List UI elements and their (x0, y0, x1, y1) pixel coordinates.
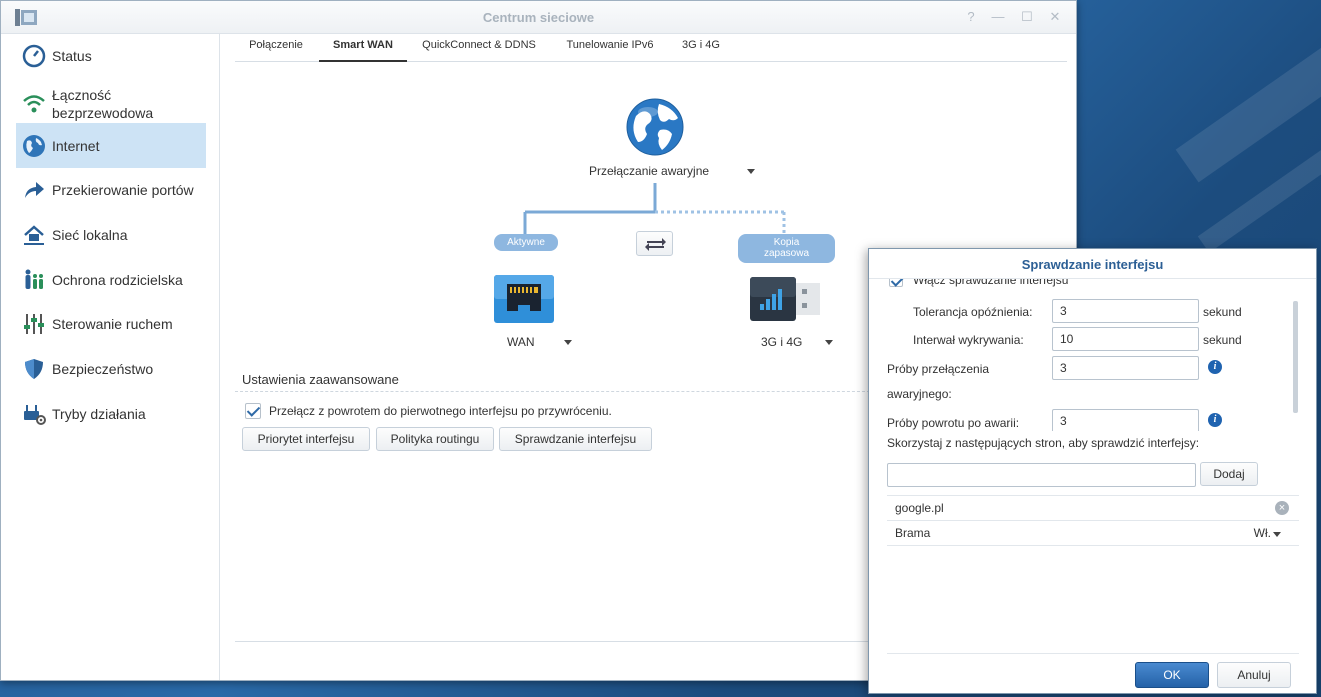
sidebar-item-label: Ochrona rodzicielska (52, 272, 183, 288)
detection-interval-input[interactable]: 10 (1052, 327, 1199, 351)
list-item: Brama Wł. (887, 520, 1299, 545)
latency-tolerance-input[interactable]: 3 (1052, 299, 1199, 323)
ethernet-port-icon (494, 275, 554, 323)
failover-attempts-input[interactable]: 3 (1052, 356, 1199, 380)
active-badge: Aktywne (494, 234, 558, 251)
failback-attempts-input[interactable]: 3 (1052, 409, 1199, 431)
minimize-icon[interactable]: — (990, 9, 1006, 25)
sidebar-item-label: Łączność bezprzewodowa (52, 87, 154, 121)
test-site-input[interactable] (887, 463, 1196, 487)
interface-check-button[interactable]: Sprawdzanie interfejsu (499, 427, 652, 451)
info-icon[interactable]: i (1208, 413, 1222, 427)
sidebar-item-label: Status (52, 48, 92, 64)
sidebar-item-status[interactable]: Status (16, 43, 206, 69)
dialog-scrollbar[interactable] (1293, 301, 1298, 413)
sidebar-item-operation-modes[interactable]: Tryby działania (16, 401, 206, 427)
info-icon[interactable]: i (1208, 360, 1222, 374)
primary-interface-label: WAN (507, 335, 535, 349)
switch-back-checkbox[interactable] (245, 403, 261, 419)
site-name: google.pl (895, 501, 944, 515)
tab-smart-wan[interactable]: Smart WAN (319, 34, 407, 62)
backup-badge-line2: zapasowa (763, 248, 810, 259)
sliders-icon (24, 314, 44, 334)
primary-interface-dropdown-icon[interactable] (564, 340, 572, 345)
gateway-value[interactable]: Wł. (1254, 521, 1271, 545)
mode-dropdown-icon[interactable] (747, 169, 755, 174)
section-divider (235, 391, 875, 392)
sidebar-item-label: Internet (52, 137, 100, 154)
title-bar[interactable]: Centrum sieciowe ? — ☐ ✕ (1, 1, 1076, 34)
enable-check-label: Włącz sprawdzanie interfejsu (913, 279, 1069, 287)
swap-arrows-icon (645, 238, 666, 251)
failover-attempts-label-line2: awaryjnego: (887, 387, 952, 401)
list-item[interactable]: google.pl × (887, 495, 1299, 520)
remove-icon[interactable]: × (1275, 501, 1289, 515)
failover-attempts-label-line1: Próby przełączenia (887, 362, 990, 376)
sidebar-item-label: Tryby działania (52, 406, 146, 422)
interface-priority-button[interactable]: Priorytet interfejsu (242, 427, 370, 451)
sidebar-item-label: Sieć lokalna (52, 227, 128, 243)
enable-row-clip: Włącz sprawdzanie interfejsu (869, 279, 1293, 289)
sidebar-item-label: Przekierowanie portów (52, 182, 194, 198)
globe-icon (23, 134, 45, 157)
cancel-button[interactable]: Anuluj (1217, 662, 1291, 688)
advanced-settings-heading: Ustawienia zaawansowane (242, 372, 399, 387)
gateway-label: Brama (895, 526, 931, 540)
detection-interval-label: Interwał wykrywania: (913, 333, 1024, 347)
tab-bar: Połączenie Smart WAN QuickConnect & DDNS… (235, 34, 1067, 62)
family-icon (25, 269, 43, 289)
latency-unit-label: sekund (1203, 305, 1242, 319)
switch-back-label: Przełącz z powrotem do pierwotnego inter… (269, 404, 612, 418)
desktop-background (1175, 0, 1321, 183)
home-network-icon (24, 225, 44, 245)
add-site-button[interactable]: Dodaj (1200, 462, 1258, 486)
forward-arrow-icon (25, 182, 44, 198)
sidebar-item-port-forwarding[interactable]: Przekierowanie portów (16, 177, 206, 203)
sidebar-item-local-network[interactable]: Sieć lokalna (16, 222, 206, 248)
gauge-icon (22, 44, 46, 68)
routing-policy-button[interactable]: Polityka routingu (376, 427, 494, 451)
maximize-icon[interactable]: ☐ (1019, 9, 1035, 25)
failback-row-clip: Próby powrotu po awarii: 3 i (869, 407, 1293, 431)
shield-icon (25, 359, 43, 379)
test-sites-label: Skorzystaj z następujących stron, aby sp… (887, 436, 1200, 450)
enable-check-checkbox[interactable] (889, 279, 903, 287)
list-divider (887, 545, 1299, 546)
backup-badge: Kopia zapasowa (738, 234, 835, 263)
sidebar-item-security[interactable]: Bezpieczeństwo (16, 356, 206, 382)
usb-modem-icon (750, 277, 820, 321)
sidebar-item-label: Bezpieczeństwo (52, 361, 154, 377)
tab-quickconnect-ddns[interactable]: QuickConnect & DDNS (417, 34, 541, 62)
sidebar-item-wireless[interactable]: Łączność bezprzewodowa (16, 84, 206, 124)
router-gear-icon (24, 405, 46, 425)
latency-tolerance-label: Tolerancja opóźnienia: (913, 305, 1033, 319)
ok-button[interactable]: OK (1135, 662, 1209, 688)
gateway-dropdown-icon[interactable] (1273, 532, 1281, 537)
tab-ipv6-tunneling[interactable]: Tunelowanie IPv6 (557, 34, 663, 62)
backup-interface-label: 3G i 4G (761, 335, 803, 349)
tab-3g-4g[interactable]: 3G i 4G (675, 34, 727, 62)
interval-unit-label: sekund (1203, 333, 1242, 347)
close-icon[interactable]: ✕ (1047, 9, 1063, 25)
dialog-title: Sprawdzanie interfejsu (1021, 257, 1164, 272)
sidebar: Status Łączność bezprzewodowa Internet P… (1, 34, 220, 680)
internet-globe-icon (626, 98, 684, 156)
dialog-footer-divider (887, 653, 1299, 654)
sidebar-item-parental-control[interactable]: Ochrona rodzicielska (16, 267, 206, 293)
backup-badge-line1: Kopia (773, 237, 800, 248)
backup-interface-dropdown-icon[interactable] (825, 340, 833, 345)
sidebar-item-traffic-control[interactable]: Sterowanie ruchem (16, 311, 206, 337)
interface-check-dialog: Sprawdzanie interfejsu Włącz sprawdzanie… (868, 248, 1317, 694)
sidebar-item-label: Sterowanie ruchem (52, 316, 173, 332)
swap-interfaces-button[interactable] (636, 231, 673, 256)
help-icon[interactable]: ? (963, 9, 979, 25)
failback-attempts-label: Próby powrotu po awarii: (887, 416, 1020, 430)
window-title: Centrum sieciowe (482, 10, 595, 25)
tab-connection[interactable]: Połączenie (239, 34, 313, 62)
wan-mode-label: Przełączanie awaryjne (589, 164, 710, 178)
sidebar-item-internet[interactable]: Internet (16, 123, 206, 168)
wifi-icon (23, 95, 45, 113)
footer-divider (235, 641, 869, 642)
